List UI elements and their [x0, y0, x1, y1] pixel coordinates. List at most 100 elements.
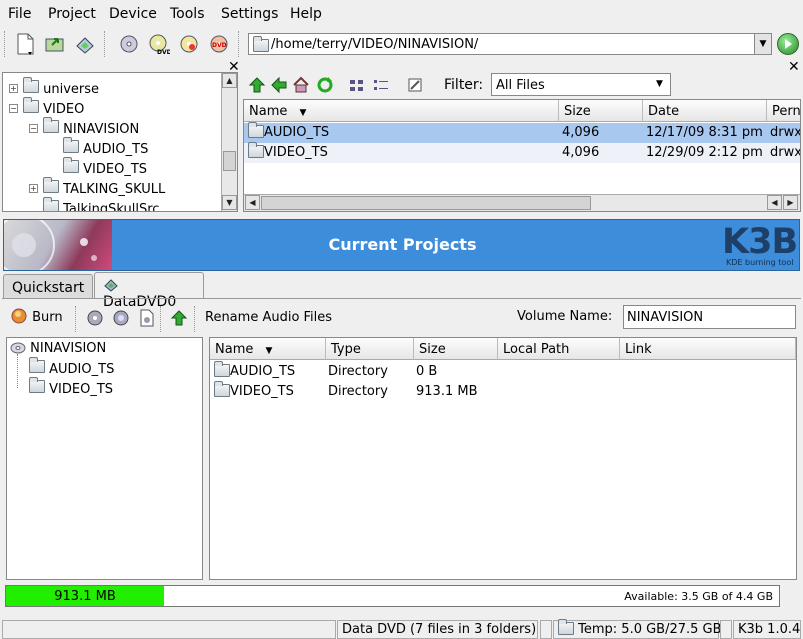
- tree-item[interactable]: TalkingSkullSrc: [43, 197, 160, 212]
- collapse-icon[interactable]: −: [29, 124, 38, 133]
- cell-date: 12/17/09 8:31 pm: [646, 125, 763, 140]
- tree-item[interactable]: NINAVISION: [10, 340, 106, 356]
- tree-item[interactable]: AUDIO_TS: [63, 137, 148, 157]
- menu-file[interactable]: File: [8, 6, 31, 22]
- column-header-permissions[interactable]: Pern: [767, 100, 800, 122]
- tree-item[interactable]: VIDEO_TS: [63, 157, 147, 177]
- k3b-logo-subtitle: KDE burning tool: [726, 258, 794, 267]
- copy-dvd-icon[interactable]: DVD: [146, 31, 172, 57]
- svg-text:DVD: DVD: [212, 42, 227, 49]
- tree-item-label: universe: [43, 82, 100, 97]
- column-header-size[interactable]: Size: [414, 338, 498, 360]
- tree-item[interactable]: AUDIO_TS: [29, 357, 114, 377]
- properties-icon[interactable]: [108, 305, 134, 331]
- burn-button[interactable]: Burn: [10, 307, 63, 329]
- scrollbar-thumb[interactable]: [261, 196, 591, 210]
- scroll-left-icon[interactable]: ◀: [245, 195, 260, 210]
- table-row[interactable]: AUDIO_TS 4,096 12/17/09 8:31 pm drwx: [244, 122, 800, 143]
- icon-view-icon[interactable]: [344, 72, 370, 98]
- detail-view-icon[interactable]: [368, 72, 394, 98]
- scroll-right-icon[interactable]: ▶: [783, 195, 798, 210]
- cell-name: VIDEO_TS: [264, 145, 328, 160]
- column-label: Name: [249, 104, 288, 119]
- folder-icon: [248, 122, 264, 142]
- file-list[interactable]: Name ▼ Size Date Pern AUDIO_TS 4,096 12/…: [243, 99, 801, 212]
- status-project-info: Data DVD (7 files in 3 folders): [337, 620, 538, 639]
- tree-item-label: NINAVISION: [63, 122, 140, 137]
- scroll-down-icon[interactable]: ▼: [222, 195, 237, 210]
- rename-audio-files-button[interactable]: Rename Audio Files: [205, 310, 332, 325]
- folder-icon: [63, 157, 79, 173]
- menu-help[interactable]: Help: [290, 6, 322, 22]
- menubar: File Project Device Tools Settings Help: [0, 0, 803, 27]
- horizontal-scrollbar[interactable]: ◀ ◀ ▶: [244, 194, 800, 211]
- tab-divider: [2, 298, 801, 299]
- location-bar[interactable]: /home/terry/VIDEO/NINAVISION/: [248, 33, 772, 55]
- cell-size: 4,096: [562, 125, 600, 140]
- tab-datadvd0[interactable]: DataDVD0: [94, 272, 204, 310]
- column-header-size[interactable]: Size: [559, 100, 643, 122]
- new-project-icon[interactable]: [12, 31, 38, 57]
- tree-item[interactable]: VIDEO_TS: [29, 377, 114, 397]
- folder-icon: [63, 137, 79, 153]
- tree-item[interactable]: NINAVISION: [43, 117, 140, 137]
- tree-item-label: VIDEO: [43, 102, 85, 117]
- reload-icon[interactable]: [312, 72, 338, 98]
- location-dropdown-arrow[interactable]: ▼: [754, 33, 772, 55]
- tree-item-label: NINAVISION: [30, 341, 107, 356]
- scroll-left-icon[interactable]: ◀: [767, 195, 782, 210]
- column-header-local-path[interactable]: Local Path: [498, 338, 620, 360]
- close-panel-icon[interactable]: ✕: [788, 59, 800, 75]
- tree-item-label: VIDEO_TS: [49, 382, 114, 397]
- open-project-icon[interactable]: [42, 31, 68, 57]
- project-file-list[interactable]: Name ▼ Type Size Local Path Link AUDIO_T…: [209, 337, 797, 580]
- table-row[interactable]: AUDIO_TS Directory 0 B: [210, 361, 796, 382]
- volume-name-input[interactable]: [623, 305, 796, 329]
- menu-device[interactable]: Device: [109, 6, 157, 22]
- column-header-link[interactable]: Link: [620, 338, 796, 360]
- tree-item-label: TalkingSkullSrc: [63, 202, 160, 212]
- project-tree[interactable]: NINAVISION AUDIO_TS VIDEO_TS: [6, 337, 203, 580]
- menu-project[interactable]: Project: [48, 6, 96, 22]
- expand-icon[interactable]: +: [9, 84, 18, 93]
- close-panel-icon[interactable]: ✕: [228, 59, 240, 75]
- tab-label: Quickstart: [12, 280, 85, 296]
- menu-settings[interactable]: Settings: [221, 6, 278, 22]
- go-arrow-icon[interactable]: [777, 33, 799, 55]
- folder-icon: [43, 117, 59, 133]
- column-header-date[interactable]: Date: [643, 100, 767, 122]
- table-row[interactable]: VIDEO_TS 4,096 12/29/09 2:12 pm drwx: [244, 142, 800, 163]
- column-header-name[interactable]: Name ▼: [210, 338, 326, 360]
- filter-select[interactable]: All Files ▼: [491, 73, 671, 96]
- column-header-type[interactable]: Type: [326, 338, 414, 360]
- up-arrow-icon[interactable]: [166, 305, 192, 331]
- tree-item[interactable]: universe: [23, 77, 100, 97]
- add-files-icon[interactable]: [82, 305, 108, 331]
- burn-dvd-icon[interactable]: DVD: [206, 31, 232, 57]
- tree-item[interactable]: TALKING_SKULL: [43, 177, 165, 197]
- capacity-bar[interactable]: 913.1 MB Available: 3.5 GB of 4.4 GB: [5, 585, 780, 607]
- directory-tree[interactable]: + universe − VIDEO − NINAVISION AUDIO_TS…: [2, 72, 238, 212]
- burn-cd-icon[interactable]: [176, 31, 202, 57]
- folder-icon: [29, 357, 45, 373]
- scroll-up-icon[interactable]: ▲: [222, 73, 237, 88]
- folder-icon: [43, 177, 59, 193]
- tree-item[interactable]: VIDEO: [23, 97, 85, 117]
- capacity-used: 913.1 MB: [54, 589, 116, 604]
- status-version: K3b 1.0.4: [733, 620, 801, 639]
- tab-quickstart[interactable]: Quickstart: [3, 274, 93, 299]
- expand-icon[interactable]: +: [29, 184, 38, 193]
- preview-icon[interactable]: [402, 72, 428, 98]
- save-project-icon[interactable]: [72, 31, 98, 57]
- copy-cd-icon[interactable]: [116, 31, 142, 57]
- folder-icon: [29, 377, 45, 393]
- document-icon[interactable]: [134, 305, 160, 331]
- home-icon[interactable]: [288, 72, 314, 98]
- collapse-icon[interactable]: −: [9, 104, 18, 113]
- table-row[interactable]: VIDEO_TS Directory 913.1 MB: [210, 381, 796, 402]
- cell-name: AUDIO_TS: [230, 364, 296, 379]
- menu-tools[interactable]: Tools: [170, 6, 205, 22]
- tree-scrollbar[interactable]: ▲ ▼: [221, 73, 237, 211]
- scrollbar-thumb[interactable]: [223, 151, 236, 171]
- column-header-name[interactable]: Name ▼: [244, 100, 559, 122]
